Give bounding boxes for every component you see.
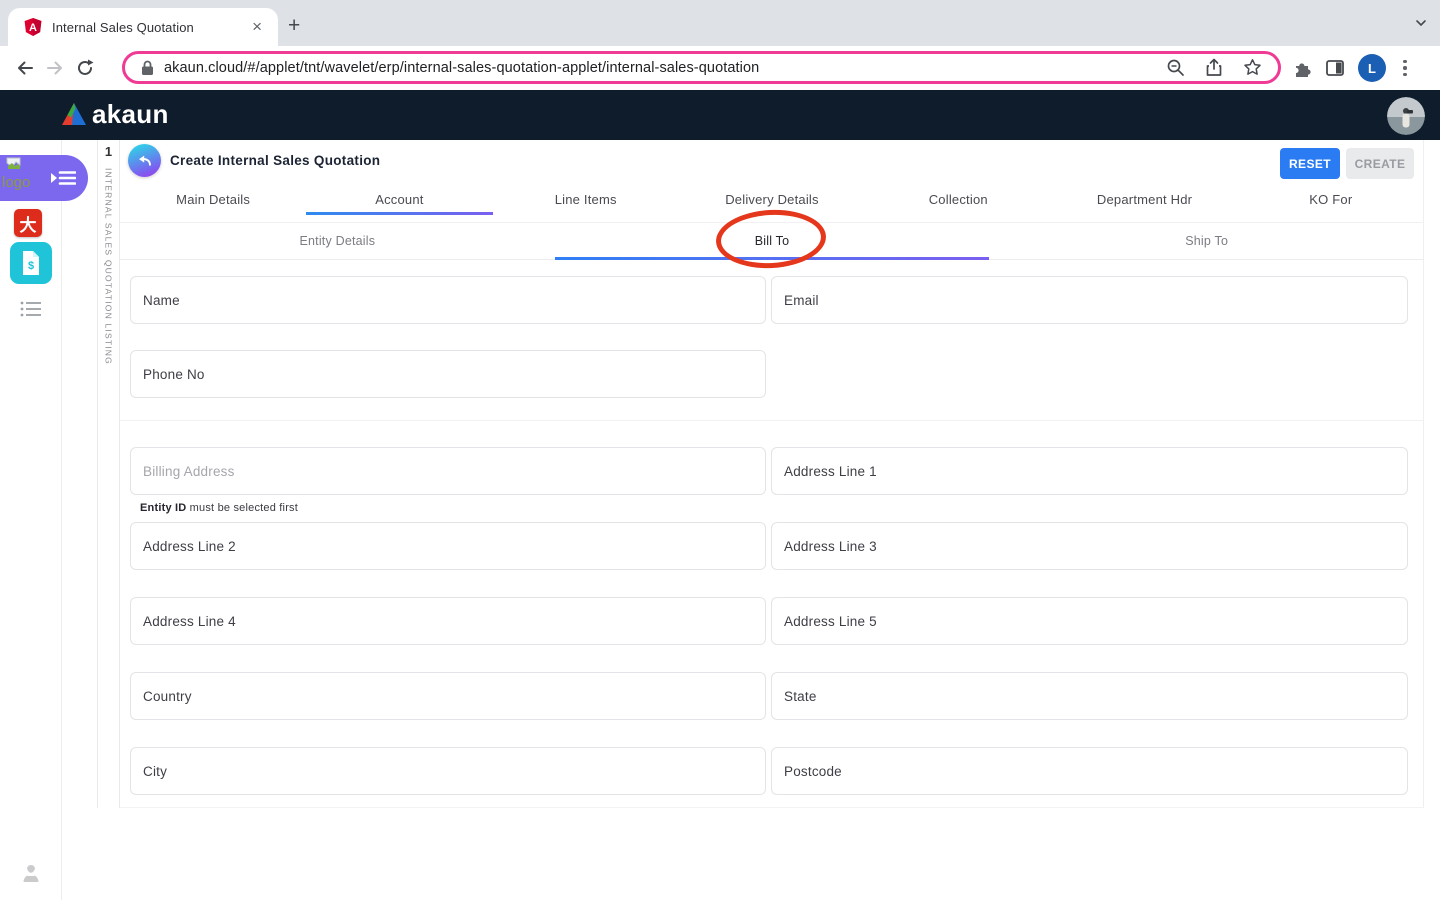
browser-tab[interactable]: A Internal Sales Quotation × <box>8 8 278 46</box>
address-line-1-field[interactable]: Address Line 1 <box>771 447 1408 495</box>
app-header: akaun <box>0 90 1440 140</box>
side-panel-icon[interactable] <box>1325 58 1345 78</box>
brand-name: akaun <box>92 99 169 129</box>
user-avatar[interactable] <box>1387 97 1425 135</box>
menu-unfold-icon[interactable] <box>50 167 76 189</box>
listing-label-vertical: INTERNAL SALES QUOTATION LISTING <box>103 168 114 365</box>
state-field[interactable]: State <box>771 672 1408 720</box>
tab-department-hdr[interactable]: Department Hdr <box>1051 184 1237 214</box>
zoom-out-icon[interactable] <box>1166 58 1185 77</box>
main-content: Create Internal Sales Quotation RESET CR… <box>120 140 1424 808</box>
page-title: Create Internal Sales Quotation <box>170 153 381 168</box>
browser-back-button[interactable] <box>10 53 40 83</box>
entity-id-helper-text: Entity ID must be selected first <box>140 502 298 514</box>
browser-forward-button[interactable] <box>40 53 70 83</box>
app-sidebar: 大 $ <box>0 140 62 900</box>
browser-refresh-button[interactable] <box>70 53 100 83</box>
browser-tab-strip: A Internal Sales Quotation × + <box>0 0 1440 46</box>
bookmark-star-icon[interactable] <box>1243 58 1262 77</box>
helper-bold: Entity ID <box>140 502 187 514</box>
lock-icon <box>141 60 154 76</box>
subtab-entity-details[interactable]: Entity Details <box>120 223 555 259</box>
svg-text:A: A <box>29 22 37 34</box>
listing-index: 1 <box>104 144 113 159</box>
sidebar-app-icon-red[interactable]: 大 <box>14 209 42 237</box>
extensions-puzzle-icon[interactable] <box>1292 58 1312 78</box>
address-line-3-field[interactable]: Address Line 3 <box>771 522 1408 570</box>
url-text: akaun.cloud/#/applet/tnt/wavelet/erp/int… <box>164 59 760 76</box>
tab-title: Internal Sales Quotation <box>52 19 194 35</box>
browser-profile-avatar[interactable]: L <box>1358 54 1386 82</box>
country-field[interactable]: Country <box>130 672 766 720</box>
tab-line-items[interactable]: Line Items <box>493 184 679 214</box>
sidebar-logo-pill[interactable]: logo <box>0 155 88 201</box>
address-line-2-field[interactable]: Address Line 2 <box>130 522 766 570</box>
new-tab-button[interactable]: + <box>288 15 300 36</box>
sidebar-sales-quotation-icon[interactable]: $ <box>10 242 52 284</box>
akaun-logo-icon <box>61 102 88 127</box>
phone-no-field[interactable]: Phone No <box>130 350 766 398</box>
billing-address-field[interactable]: Billing Address <box>130 447 766 495</box>
browser-menu-kebab-icon[interactable] <box>1399 56 1411 81</box>
angular-favicon-icon: A <box>24 18 42 36</box>
tab-ko-for[interactable]: KO For <box>1238 184 1424 214</box>
sidebar-user-icon[interactable] <box>21 863 41 883</box>
email-field[interactable]: Email <box>771 276 1408 324</box>
name-field[interactable]: Name <box>130 276 766 324</box>
helper-rest: must be selected first <box>186 502 299 514</box>
toolbar-right-icons: L <box>1292 46 1411 90</box>
tab-close-icon[interactable]: × <box>248 17 266 37</box>
address-line-4-field[interactable]: Address Line 4 <box>130 597 766 645</box>
tabstrip-chevron-down-icon[interactable] <box>1414 16 1428 30</box>
tab-main-details[interactable]: Main Details <box>120 184 306 214</box>
tab-collection[interactable]: Collection <box>865 184 1051 214</box>
tab-account[interactable]: Account <box>306 184 493 215</box>
city-field[interactable]: City <box>130 747 766 795</box>
app-icon-glyph: 大 <box>19 215 37 235</box>
reset-button[interactable]: RESET <box>1280 148 1340 179</box>
dollar-glyph: $ <box>28 260 34 272</box>
logo-alt-text: logo <box>2 174 31 191</box>
section-divider <box>120 420 1424 421</box>
sidebar-list-icon[interactable] <box>20 300 42 318</box>
postcode-field[interactable]: Postcode <box>771 747 1408 795</box>
listing-strip: 1 INTERNAL SALES QUOTATION LISTING <box>97 140 120 808</box>
page-back-button[interactable] <box>128 144 161 177</box>
broken-image-icon <box>6 157 21 171</box>
subtab-ship-to[interactable]: Ship To <box>989 223 1424 259</box>
address-line-5-field[interactable]: Address Line 5 <box>771 597 1408 645</box>
bill-to-annotation-ellipse <box>714 207 828 271</box>
share-icon[interactable] <box>1205 58 1223 77</box>
create-button[interactable]: CREATE <box>1346 148 1414 179</box>
url-bar[interactable]: akaun.cloud/#/applet/tnt/wavelet/erp/int… <box>122 51 1281 84</box>
